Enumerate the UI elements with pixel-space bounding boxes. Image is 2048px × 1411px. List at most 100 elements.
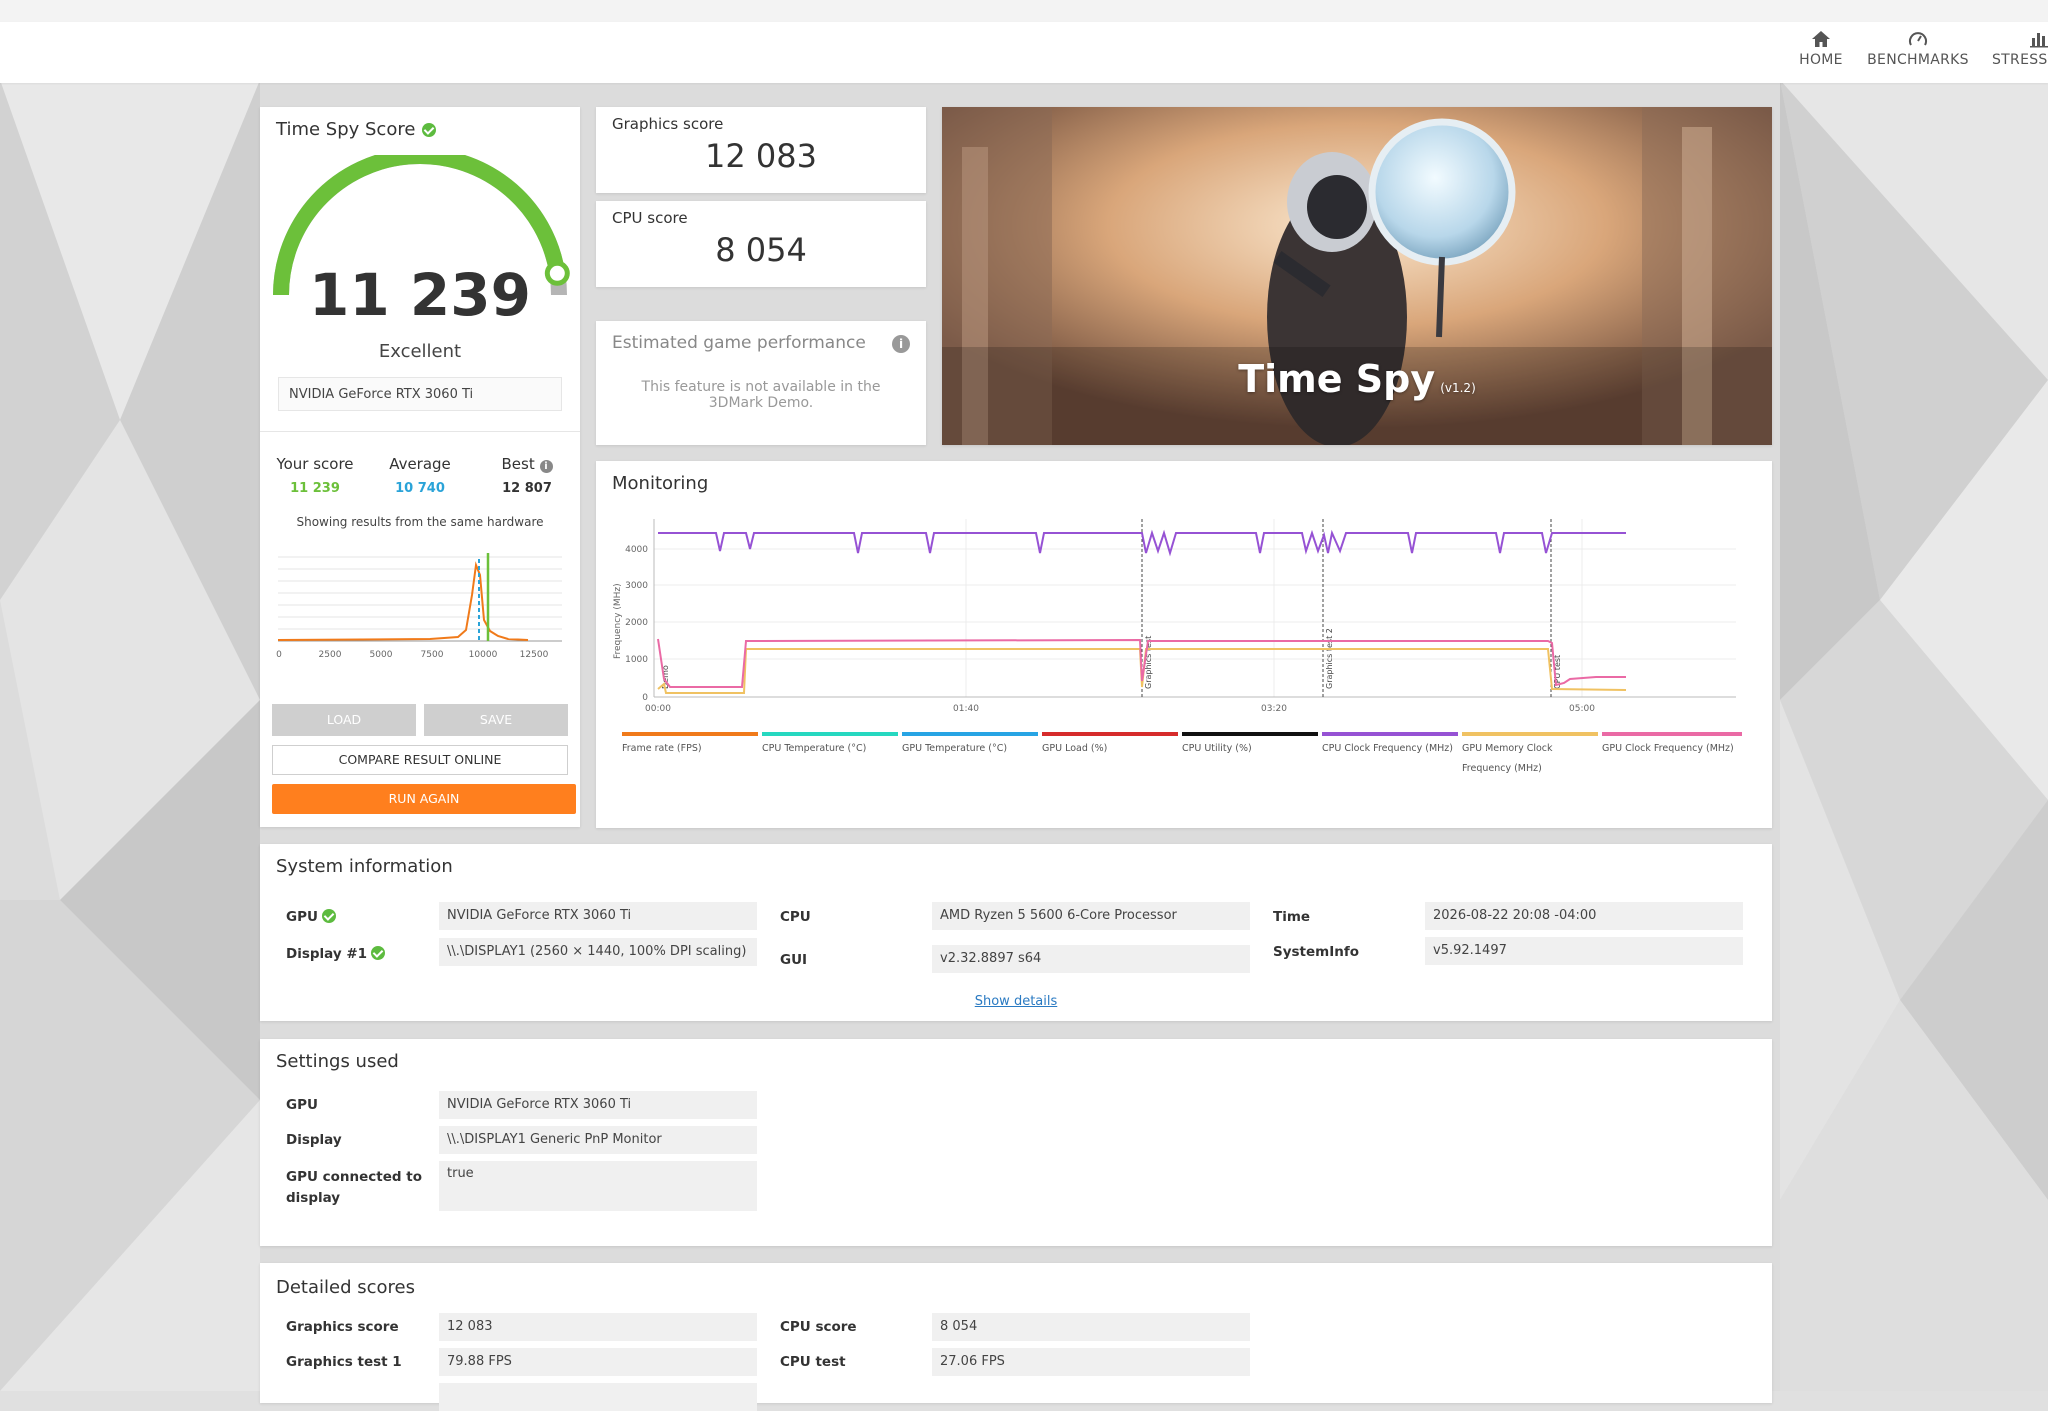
bar-chart-icon <box>2030 33 2048 48</box>
check-icon <box>422 123 437 137</box>
sysinfo-gui-value: v2.32.8897 s64 <box>932 945 1250 973</box>
sysinfo-time-label: Time <box>1273 909 1311 925</box>
check-icon <box>371 946 386 960</box>
score-title: Time Spy Score <box>276 119 437 140</box>
sysinfo-cpu-label: CPU <box>780 909 811 925</box>
legend-swatch <box>1042 732 1178 736</box>
load-button[interactable]: LOAD <box>272 704 416 736</box>
settings-gpu-value: NVIDIA GeForce RTX 3060 Ti <box>439 1091 757 1119</box>
legend-item[interactable]: GPU Memory Clock Frequency (MHz) <box>1462 732 1598 779</box>
monitoring-legend: Frame rate (FPS) CPU Temperature (°C) GP… <box>622 732 1746 792</box>
your-score-value: 11 239 <box>290 481 340 496</box>
settings-display-value: \\.\DISPLAY1 Generic PnP Monitor <box>439 1126 757 1154</box>
legend-label: CPU Utility (%) <box>1182 743 1252 754</box>
average-score-label: Average <box>389 455 451 473</box>
sysinfo-gpu-label-wrap: GPU <box>286 909 336 925</box>
legend-label: GPU Clock Frequency (MHz) <box>1602 743 1734 754</box>
overall-score: 11 239 <box>309 261 531 329</box>
sysinfo-display-label-wrap: Display #1 <box>286 946 386 962</box>
system-information-panel: System information GPU NVIDIA GeForce RT… <box>260 844 1772 1021</box>
legend-swatch <box>622 732 758 736</box>
best-score-label-wrap: Best i <box>472 455 582 473</box>
nav-home[interactable]: HOME <box>1796 30 1846 68</box>
time-spy-banner: Time Spy (v1.2) <box>942 107 1772 445</box>
monitoring-title: Monitoring <box>612 473 709 494</box>
legend-label: CPU Clock Frequency (MHz) <box>1322 743 1454 754</box>
y-tick: 1000 <box>625 655 648 665</box>
show-details-link[interactable]: Show details <box>260 994 1772 1009</box>
legend-label: GPU Load (%) <box>1042 743 1108 754</box>
cpu-score-card: CPU score 8 054 <box>596 201 926 287</box>
detailed-cpu-score-label: CPU score <box>780 1319 857 1335</box>
estimated-title: Estimated game performance <box>612 333 866 353</box>
legend-item[interactable]: CPU Utility (%) <box>1182 732 1318 759</box>
info-icon[interactable]: i <box>539 460 553 473</box>
detailed-next-row-value <box>439 1383 757 1411</box>
detailed-cpu-score-value: 8 054 <box>932 1313 1250 1341</box>
legend-swatch <box>1462 732 1598 736</box>
run-again-button[interactable]: RUN AGAIN <box>272 784 576 814</box>
legend-item[interactable]: CPU Temperature (°C) <box>762 732 898 759</box>
detailed-graphics-test-1-value: 79.88 FPS <box>439 1348 757 1376</box>
graphics-score-card: Graphics score 12 083 <box>596 107 926 193</box>
legend-item[interactable]: Frame rate (FPS) <box>622 732 758 759</box>
nav-home-label: HOME <box>1799 52 1843 68</box>
best-score-label: Best <box>501 455 535 473</box>
banner-title-wrap: Time Spy (v1.2) <box>942 357 1772 401</box>
legend-item[interactable]: GPU Load (%) <box>1042 732 1178 759</box>
legend-item[interactable]: GPU Temperature (°C) <box>902 732 1038 759</box>
monitoring-panel: Monitoring 4000 3000 2000 1000 0 00:00 0… <box>596 461 1772 828</box>
best-score-value: 12 807 <box>502 481 552 496</box>
y-tick: 3000 <box>625 581 648 591</box>
estimated-game-performance-card: Estimated game performance i This featur… <box>596 321 926 445</box>
y-axis-label: Frequency (MHz) <box>613 583 623 659</box>
estimated-unavailable-text: This feature is not available in the 3DM… <box>641 379 881 411</box>
home-icon <box>1812 31 1830 47</box>
legend-swatch <box>1182 732 1318 736</box>
dist-tick: 2500 <box>319 650 342 660</box>
top-navigation-bar: HOME BENCHMARKS STRESS T <box>0 22 2048 83</box>
sysinfo-systeminfo-value: v5.92.1497 <box>1425 937 1743 965</box>
detailed-scores-title: Detailed scores <box>276 1277 415 1298</box>
graphics-score-value: 12 083 <box>705 137 817 175</box>
y-tick: 4000 <box>625 545 648 555</box>
legend-label: Frame rate (FPS) <box>622 743 702 754</box>
legend-swatch <box>1602 732 1742 736</box>
settings-gpu-connected-value: true <box>439 1161 757 1211</box>
divider <box>260 431 580 432</box>
legend-swatch <box>762 732 898 736</box>
legend-item[interactable]: GPU Clock Frequency (MHz) <box>1602 732 1742 759</box>
settings-gpu-label: GPU <box>286 1097 318 1113</box>
legend-label: GPU Memory Clock Frequency (MHz) <box>1462 743 1553 774</box>
save-button[interactable]: SAVE <box>424 704 568 736</box>
nav-stress-tests[interactable]: STRESS T <box>1992 30 2048 68</box>
score-distribution-chart: 0 2500 5000 7500 10000 12500 <box>276 553 562 660</box>
same-hardware-note: Showing results from the same hardware <box>296 515 544 529</box>
dist-tick: 10000 <box>469 650 498 660</box>
nav-benchmarks[interactable]: BENCHMARKS <box>1866 30 1970 68</box>
dist-tick: 12500 <box>520 650 549 660</box>
compare-result-online-button[interactable]: COMPARE RESULT ONLINE <box>272 745 568 775</box>
y-tick: 0 <box>642 693 648 703</box>
dist-tick: 5000 <box>370 650 393 660</box>
dist-tick: 0 <box>276 650 282 660</box>
average-score-value: 10 740 <box>395 481 445 496</box>
detailed-graphics-score-label: Graphics score <box>286 1319 399 1335</box>
score-gpu-name: NVIDIA GeForce RTX 3060 Ti <box>278 377 562 411</box>
banner-title: Time Spy <box>1238 357 1436 401</box>
settings-display-label: Display <box>286 1132 342 1148</box>
sysinfo-gpu-label: GPU <box>286 909 318 925</box>
system-information-title: System information <box>276 856 453 877</box>
sysinfo-cpu-value: AMD Ryzen 5 5600 6-Core Processor <box>932 902 1250 930</box>
cpu-score-value: 8 054 <box>715 231 807 269</box>
score-rating: Excellent <box>378 341 462 362</box>
sysinfo-display-label: Display #1 <box>286 946 368 962</box>
detailed-cpu-test-label: CPU test <box>780 1354 846 1370</box>
score-title-text: Time Spy Score <box>276 119 416 140</box>
your-score-label: Your score <box>276 455 354 473</box>
info-icon[interactable]: i <box>892 335 910 353</box>
x-tick: 05:00 <box>1569 704 1595 714</box>
detailed-scores-panel: Detailed scores Graphics score 12 083 Gr… <box>260 1263 1772 1411</box>
detailed-graphics-test-1-label: Graphics test 1 <box>286 1354 402 1370</box>
legend-item[interactable]: CPU Clock Frequency (MHz) <box>1322 732 1458 759</box>
